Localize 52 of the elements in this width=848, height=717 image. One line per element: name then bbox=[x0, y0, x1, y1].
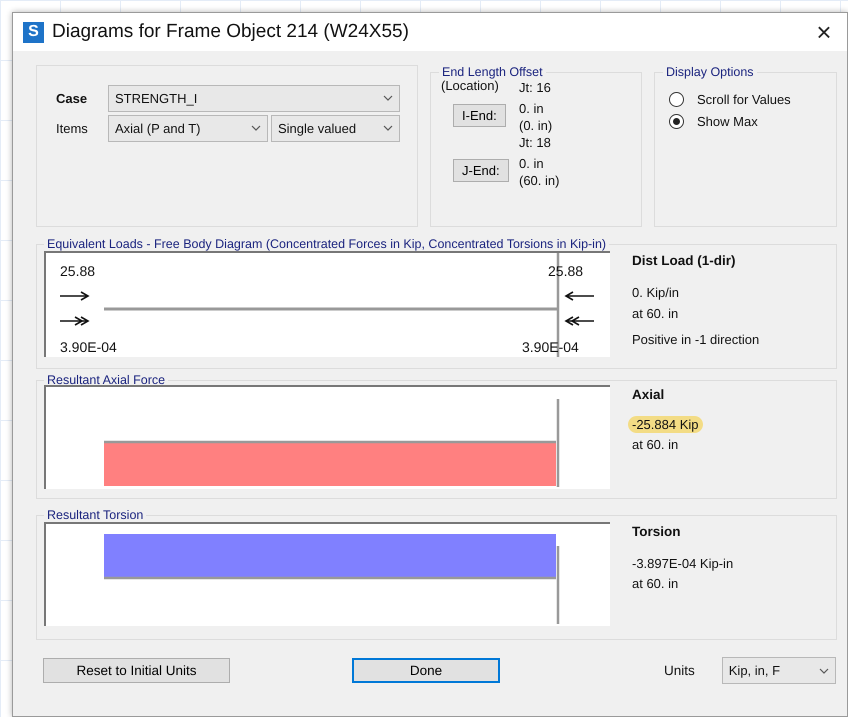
offset-value: 0. in bbox=[519, 155, 545, 172]
offset-value: 0. in bbox=[519, 100, 545, 117]
double-arrow-icon bbox=[564, 316, 594, 326]
location-label: (Location) bbox=[441, 78, 499, 94]
units-dropdown[interactable]: Kip, in, F bbox=[722, 657, 836, 684]
end-button[interactable]: I-End: bbox=[453, 104, 506, 126]
units-label: Units bbox=[664, 663, 695, 678]
result-heading: Torsion bbox=[632, 524, 682, 539]
radio-label: Show Max bbox=[697, 114, 758, 129]
force-value: 25.88 bbox=[548, 263, 584, 279]
info-text: at 60. in bbox=[632, 305, 680, 323]
chevron-icon bbox=[383, 125, 393, 131]
result-value: -3.897E-04 Kip-in bbox=[631, 555, 734, 572]
case-label: Case bbox=[55, 90, 88, 106]
chevron-icon bbox=[818, 668, 829, 674]
window-title: Diagrams for Frame Object 214 (W24X55) bbox=[52, 21, 410, 43]
mode-dropdown[interactable]: Single valued bbox=[271, 114, 400, 142]
items-dropdown[interactable]: Axial (P and T) bbox=[108, 114, 268, 142]
radio-button[interactable] bbox=[669, 114, 684, 129]
double-arrow-icon bbox=[60, 316, 90, 326]
info-note: Positive in -1 direction bbox=[632, 332, 760, 347]
arrow-icon bbox=[60, 291, 90, 301]
info-text: 0. Kip/in bbox=[632, 284, 680, 302]
reset-units-button[interactable]: Reset to Initial Units bbox=[43, 658, 230, 683]
group-title: Display Options bbox=[665, 65, 755, 79]
close-button[interactable]: × bbox=[801, 13, 847, 51]
end-button[interactable]: J-End: bbox=[453, 158, 509, 182]
case-dropdown[interactable]: STRENGTH_I bbox=[108, 84, 400, 112]
group-title: Equivalent Loads - Free Body Diagram (Concentrated Forces in Kip, Concentrated Torsions in Kip-in) bbox=[46, 237, 608, 251]
chevron-icon bbox=[383, 95, 393, 101]
result-value: -25.884 Kip bbox=[628, 416, 702, 433]
torsion-value: 3.90E-04 bbox=[60, 339, 117, 355]
group-title: End Length Offset bbox=[441, 65, 544, 79]
location-value: (60. in) bbox=[519, 172, 560, 189]
group-title: Resultant Axial Force bbox=[46, 375, 166, 385]
location-value: (0. in) bbox=[519, 117, 554, 134]
done-button[interactable]: Done bbox=[352, 658, 500, 683]
chevron-icon bbox=[251, 125, 261, 131]
result-location: at 60. in bbox=[632, 576, 680, 591]
radio-label: Scroll for Values bbox=[697, 92, 791, 107]
items-label: Items bbox=[55, 120, 89, 136]
force-value: 25.88 bbox=[60, 263, 96, 279]
joint-label: Jt: 18 bbox=[519, 134, 552, 151]
info-heading: Dist Load (1-dir) bbox=[632, 253, 736, 268]
joint-label: Jt: 16 bbox=[519, 79, 552, 96]
group-title: Resultant Torsion bbox=[46, 508, 144, 522]
result-heading: Axial bbox=[632, 387, 666, 402]
arrow-icon bbox=[564, 291, 594, 301]
radio-button[interactable] bbox=[669, 92, 684, 107]
result-location: at 60. in bbox=[632, 437, 680, 452]
app-logo: S bbox=[23, 22, 44, 42]
torsion-value: 3.90E-04 bbox=[522, 339, 579, 355]
